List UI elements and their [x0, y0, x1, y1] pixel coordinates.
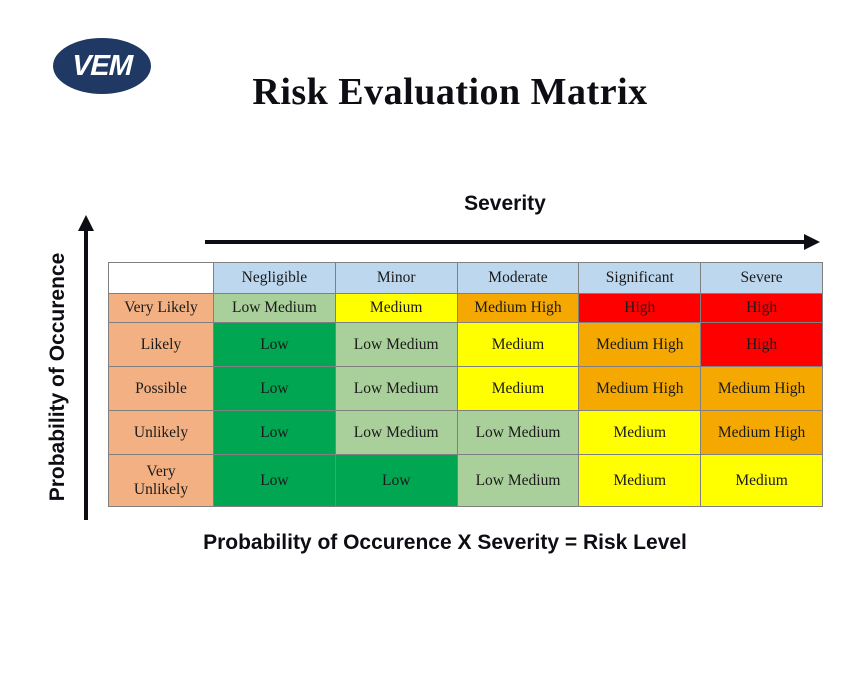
risk-matrix-table: Negligible Minor Moderate Significant Severe…	[108, 262, 823, 507]
matrix-cell-r2-c1: Low Medium	[334, 366, 458, 411]
arrow-shaft	[205, 240, 805, 244]
matrix-cell-r4-c2: Low Medium	[456, 454, 580, 507]
matrix-cell-r1-c1: Low Medium	[334, 322, 458, 367]
matrix-cell-r3-c2: Low Medium	[456, 410, 580, 455]
matrix-cell-r2-c2: Medium	[456, 366, 580, 411]
severity-column-header-0: Negligible	[213, 262, 336, 294]
matrix-row: Very Likely Low Medium Medium Medium High Hi…	[108, 293, 823, 323]
severity-column-header-4: Severe	[700, 262, 823, 294]
matrix-header: Negligible Minor Moderate Significant Severe	[108, 262, 823, 294]
matrix-row: Likely Low Low Medium Medium Medium High High	[108, 322, 823, 367]
probability-row-header-3: Unlikely	[108, 410, 214, 455]
severity-column-header-2: Moderate	[456, 262, 580, 294]
severity-column-header-3: Significant	[578, 262, 702, 294]
matrix-row: Possible Low Low Medium Medium Medium High Me…	[108, 366, 823, 411]
probability-row-header-0: Very Likely	[108, 293, 214, 323]
matrix-corner-cell	[108, 262, 214, 294]
severity-arrow-icon	[205, 234, 820, 250]
matrix-cell-r1-c3: Medium High	[578, 322, 702, 367]
matrix-header-row: Negligible Minor Moderate Significant Severe	[108, 262, 823, 294]
probability-row-header-1: Likely	[108, 322, 214, 367]
matrix-row: Unlikely Low Low Medium Low Medium Medium Med…	[108, 410, 823, 455]
probability-arrow-icon	[78, 215, 94, 520]
probability-row-header-4: Very Unlikely	[108, 454, 214, 507]
probability-axis-label: Probability of Occurence	[46, 252, 69, 502]
matrix-cell-r0-c3: High	[578, 293, 702, 323]
severity-axis-label: Severity	[464, 192, 546, 215]
matrix-cell-r1-c0: Low	[213, 322, 336, 367]
matrix-cell-r3-c0: Low	[213, 410, 336, 455]
matrix-cell-r4-c3: Medium	[578, 454, 702, 507]
page-title: Risk Evaluation Matrix	[252, 71, 648, 113]
matrix-cell-r2-c3: Medium High	[578, 366, 702, 411]
matrix-cell-r0-c2: Medium High	[456, 293, 580, 323]
severity-column-header-1: Minor	[334, 262, 458, 294]
matrix-cell-r0-c0: Low Medium	[213, 293, 336, 323]
arrow-head	[78, 215, 94, 231]
matrix-row: Very Unlikely Low Low Low Medium Medium Medium	[108, 454, 823, 507]
matrix-cell-r3-c3: Medium	[578, 410, 702, 455]
matrix-cell-r1-c4: High	[700, 322, 823, 367]
probability-row-header-2: Possible	[108, 366, 214, 411]
matrix-cell-r1-c2: Medium	[456, 322, 580, 367]
matrix-cell-r0-c1: Medium	[334, 293, 458, 323]
matrix-cell-r3-c1: Low Medium	[334, 410, 458, 455]
matrix-cell-r4-c1: Low	[334, 454, 458, 507]
matrix-cell-r2-c4: Medium High	[700, 366, 823, 411]
arrow-shaft	[84, 228, 88, 520]
matrix-cell-r0-c4: High	[700, 293, 823, 323]
matrix-cell-r4-c4: Medium	[700, 454, 823, 507]
matrix-cell-r3-c4: Medium High	[700, 410, 823, 455]
matrix-cell-r2-c0: Low	[213, 366, 336, 411]
formula-caption: Probability of Occurence X Severity = Ri…	[203, 531, 687, 554]
matrix-cell-r4-c0: Low	[213, 454, 336, 507]
arrow-head	[804, 234, 820, 250]
matrix-body: Very Likely Low Medium Medium Medium High Hi…	[108, 293, 823, 507]
